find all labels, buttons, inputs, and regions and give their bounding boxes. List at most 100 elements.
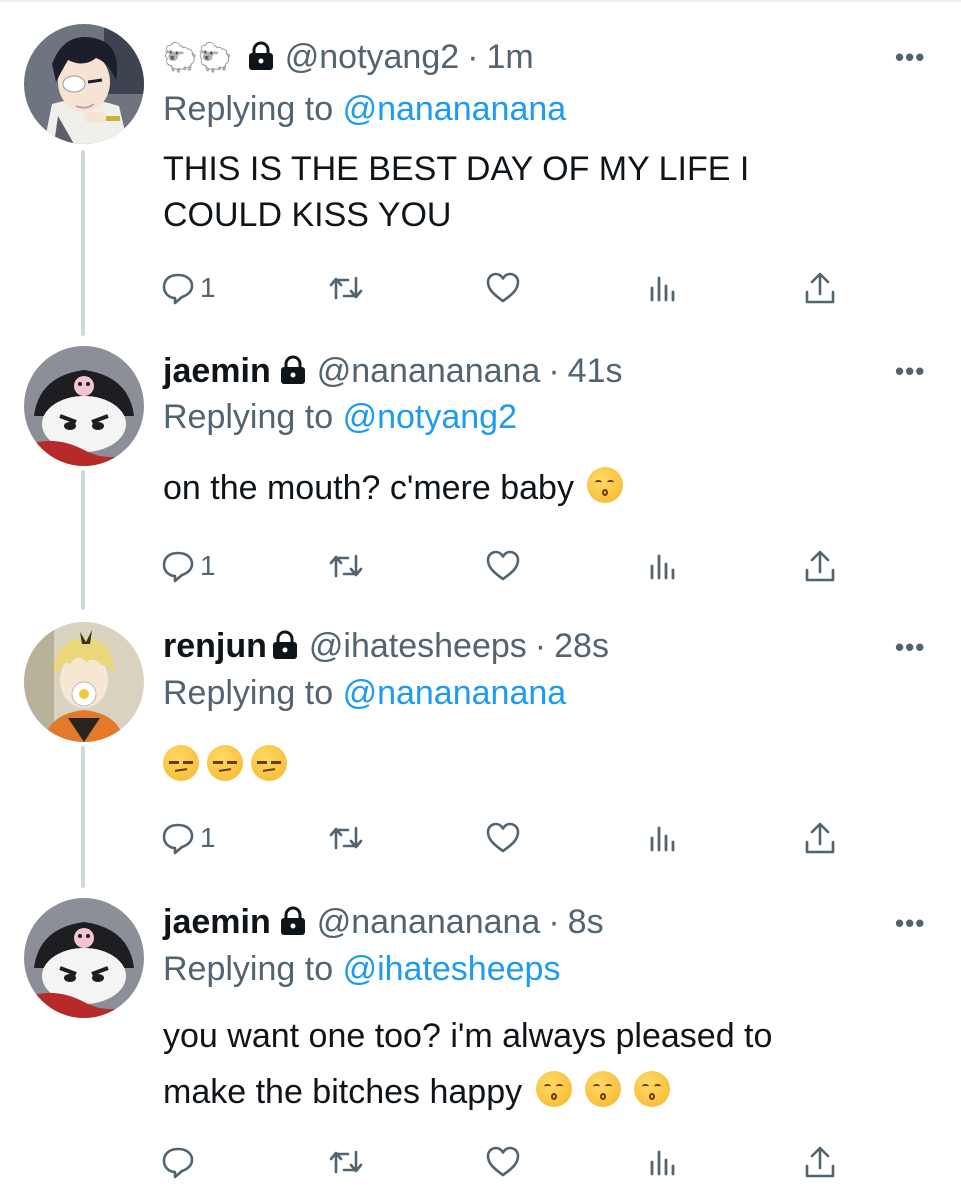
share-icon — [805, 550, 835, 582]
lock-icon — [279, 906, 307, 936]
analytics-icon — [650, 1150, 675, 1176]
anime-eyepatch-avatar — [24, 24, 144, 144]
analytics-icon — [650, 554, 675, 580]
reply-button[interactable]: 1 — [160, 546, 216, 586]
reply-button[interactable] — [160, 1142, 196, 1182]
like-icon — [486, 550, 520, 581]
author-handle[interactable]: @nanananana — [317, 903, 541, 942]
replying-handle-link[interactable]: @nanananana — [343, 90, 567, 128]
author-display-name[interactable]: renjun — [163, 627, 267, 666]
anime-blonde-avatar — [24, 622, 144, 742]
analytics-icon — [650, 276, 675, 302]
replying-label: Replying to — [163, 90, 334, 128]
author-handle[interactable]: @notyang2 — [285, 38, 459, 77]
retweet-icon — [329, 1150, 363, 1174]
tweet-header: renjun @ihatesheeps · 28s — [163, 624, 609, 668]
action-bar: 1 — [160, 546, 860, 586]
like-icon — [486, 1146, 520, 1177]
replying-handle-link[interactable]: @notyang2 — [343, 398, 517, 436]
analytics-button[interactable] — [645, 268, 681, 308]
unamused-face-icon — [163, 745, 199, 781]
timestamp[interactable]: 41s — [568, 352, 623, 391]
author-handle[interactable]: @nanananana — [317, 352, 541, 391]
timestamp[interactable]: 1m — [486, 38, 533, 77]
reply-count: 1 — [200, 822, 216, 853]
replying-handle-link[interactable]: @nanananana — [343, 674, 567, 712]
tweet-text-line-with-emoji: make the bitches happy — [163, 1064, 923, 1120]
kissing-face-icon — [634, 1071, 671, 1107]
share-button[interactable] — [802, 818, 838, 858]
replying-to: Replying to @nanananana — [163, 674, 566, 713]
tweet-text-line: you want one too? i'm always pleased to — [163, 1017, 773, 1055]
avatar[interactable] — [24, 24, 144, 144]
reply-count: 1 — [200, 272, 216, 303]
reply-button[interactable]: 1 — [160, 268, 216, 308]
action-bar — [160, 1142, 860, 1182]
author-display-name[interactable]: jaemin — [163, 352, 271, 391]
lock-icon — [247, 41, 275, 71]
retweet-button[interactable] — [328, 1142, 364, 1182]
replying-label: Replying to — [163, 398, 334, 436]
separator-dot: · — [548, 351, 560, 390]
top-divider — [0, 0, 961, 2]
thread-line — [81, 150, 85, 336]
separator-dot: · — [548, 902, 560, 941]
more-options-icon[interactable]: ••• — [895, 908, 925, 939]
retweet-icon — [329, 826, 363, 850]
unamused-face-icon — [207, 745, 243, 781]
tweet-header: jaemin @nanananana · 41s — [163, 349, 622, 393]
action-bar: 1 — [160, 818, 860, 858]
tweet-header: 🐑🐑 @notyang2 · 1m — [163, 35, 534, 79]
author-handle[interactable]: @ihatesheeps — [309, 627, 527, 666]
analytics-button[interactable] — [645, 818, 681, 858]
author-display-name[interactable]: jaemin — [163, 903, 271, 942]
more-options-icon[interactable]: ••• — [895, 42, 925, 73]
timestamp[interactable]: 8s — [568, 903, 604, 942]
analytics-button[interactable] — [645, 1142, 681, 1182]
share-button[interactable] — [802, 268, 838, 308]
timestamp[interactable]: 28s — [554, 627, 609, 666]
tweet-text: on the mouth? c'mere baby — [163, 469, 574, 507]
kuromi-avatar — [24, 898, 144, 1018]
more-options-icon[interactable]: ••• — [895, 632, 925, 663]
tweet-text-line: make the bitches happy — [163, 1073, 523, 1111]
replying-label: Replying to — [163, 950, 334, 988]
avatar[interactable] — [24, 898, 144, 1018]
tweet-text: THIS IS THE BEST DAY OF MY LIFE I COULD … — [163, 150, 750, 234]
retweet-icon — [329, 554, 363, 578]
like-button[interactable] — [485, 268, 521, 308]
analytics-button[interactable] — [645, 546, 681, 586]
separator-dot: · — [467, 37, 479, 76]
replying-handle-link[interactable]: @ihatesheeps — [343, 950, 561, 988]
share-button[interactable] — [802, 1142, 838, 1182]
like-button[interactable] — [485, 1142, 521, 1182]
retweet-button[interactable] — [328, 818, 364, 858]
avatar[interactable] — [24, 622, 144, 742]
replying-label: Replying to — [163, 674, 334, 712]
reply-icon — [162, 551, 194, 583]
share-button[interactable] — [802, 546, 838, 586]
reply-button[interactable]: 1 — [160, 818, 216, 858]
reply-icon — [162, 273, 194, 305]
lock-icon — [271, 630, 299, 660]
retweet-button[interactable] — [328, 268, 364, 308]
tweet-text-container: you want one too? i'm always pleased to … — [163, 1008, 923, 1120]
action-bar: 1 — [160, 268, 860, 308]
separator-dot: · — [534, 626, 547, 665]
avatar[interactable] — [24, 346, 144, 466]
tweet-text-container: on the mouth? c'mere baby — [163, 465, 923, 511]
more-options-icon[interactable]: ••• — [895, 356, 925, 387]
replying-to: Replying to @nanananana — [163, 90, 566, 129]
share-icon — [805, 272, 835, 304]
kissing-face-icon — [587, 467, 624, 503]
reply-icon — [162, 1147, 194, 1179]
like-icon — [486, 822, 520, 853]
tweet-header: jaemin @nanananana · 8s — [163, 900, 604, 944]
analytics-icon — [650, 826, 675, 852]
retweet-icon — [329, 276, 363, 300]
share-icon — [805, 1146, 835, 1178]
like-button[interactable] — [485, 818, 521, 858]
retweet-button[interactable] — [328, 546, 364, 586]
kissing-face-icon — [585, 1071, 622, 1107]
like-button[interactable] — [485, 546, 521, 586]
